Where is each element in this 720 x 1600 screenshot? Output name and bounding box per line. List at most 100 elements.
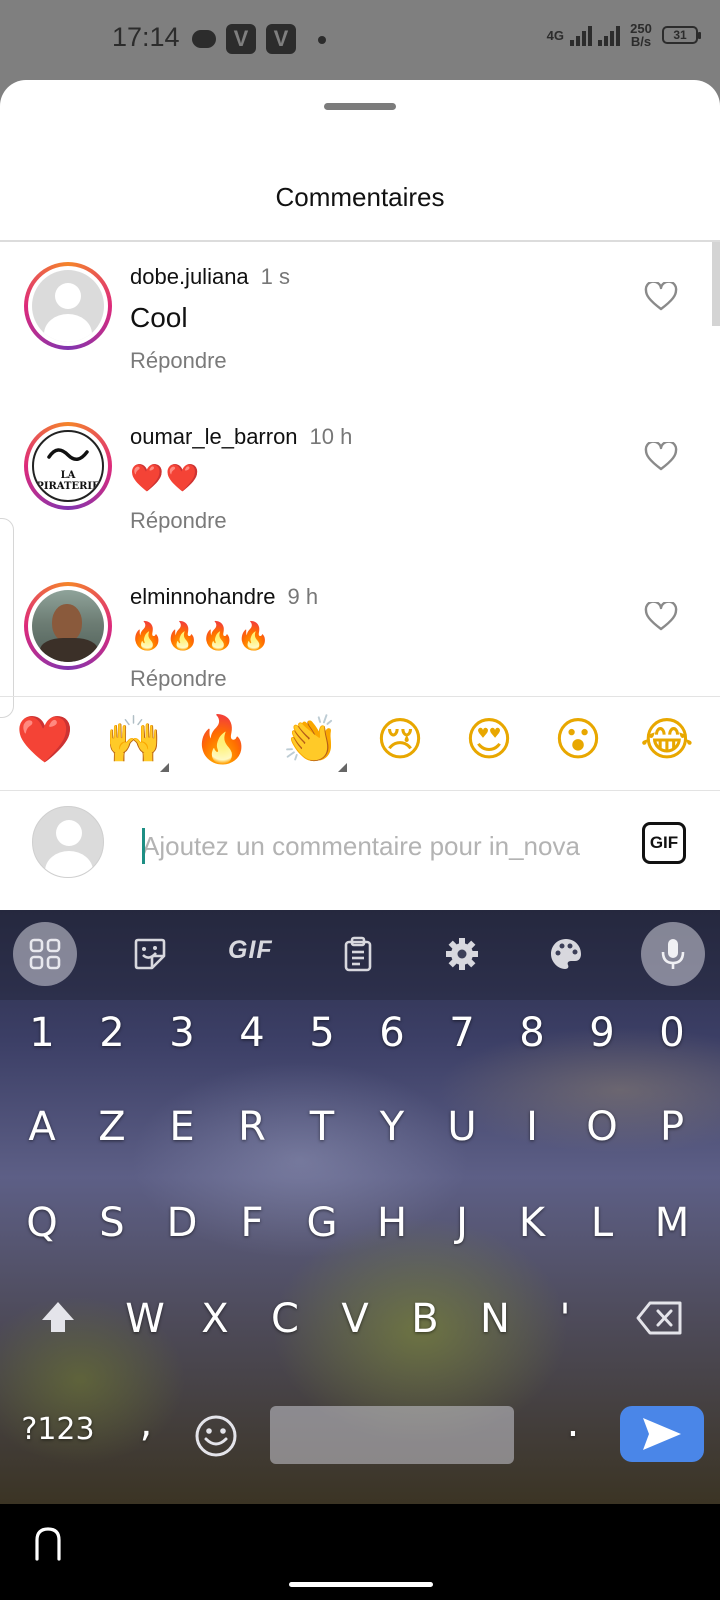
key[interactable]: 0 [640,1010,704,1056]
key[interactable]: Y [360,1104,424,1150]
key[interactable]: H [360,1200,424,1246]
la-piraterie-logo: LA PIRATERIE [32,430,104,502]
comment-item: elminnohandre 9 h 🔥🔥🔥🔥 Répondre [0,576,700,716]
text-caret [142,828,145,864]
key[interactable]: 5 [290,1010,354,1056]
keyboard-hide-icon[interactable] [32,1526,64,1562]
drag-handle[interactable] [324,103,396,110]
reaction-laughing[interactable]: 😂 [635,707,699,771]
comment-username[interactable]: oumar_le_barron [130,424,298,449]
home-indicator[interactable] [289,1582,433,1587]
key[interactable]: K [500,1200,564,1246]
comment-item: LA PIRATERIE oumar_le_barron 10 h ❤️❤️ Ré… [0,416,700,556]
key[interactable]: ' [533,1296,597,1342]
key[interactable]: Q [10,1200,74,1246]
heart-icon[interactable] [644,442,678,472]
reaction-astonished[interactable]: 😮 [546,707,610,771]
key[interactable]: Z [80,1104,144,1150]
symbols-key[interactable]: ?123 [20,1412,96,1447]
notification-dot-icon [318,36,326,44]
key[interactable]: 4 [220,1010,284,1056]
comment-text: Cool [130,302,188,333]
key[interactable]: C [253,1296,317,1342]
backspace-icon[interactable] [636,1300,684,1336]
clipboard-button[interactable] [326,922,390,986]
shift-icon[interactable] [38,1298,78,1338]
key[interactable]: T [290,1104,354,1150]
key[interactable]: N [463,1296,527,1342]
key[interactable]: D [150,1200,214,1246]
reply-button[interactable]: Répondre [130,348,227,374]
key[interactable]: W [113,1296,177,1342]
space-key[interactable] [270,1406,514,1464]
settings-icon [446,938,478,970]
reaction-crying[interactable]: 😢 [368,707,432,771]
apps-grid-button[interactable] [13,922,77,986]
emoji-icon[interactable] [194,1414,238,1458]
key[interactable]: 1 [10,1010,74,1056]
reaction-fire[interactable]: 🔥 [190,707,254,771]
reply-button[interactable]: Répondre [130,508,227,534]
heart-icon[interactable] [644,282,678,312]
key[interactable]: U [430,1104,494,1150]
network-speed: 250 B/s [626,22,656,48]
key[interactable]: 9 [570,1010,634,1056]
sticker-button[interactable] [118,922,182,986]
settings-button[interactable] [430,922,494,986]
key[interactable]: J [430,1200,494,1246]
key[interactable]: 3 [150,1010,214,1056]
avatar[interactable]: LA PIRATERIE [24,422,112,510]
heart-icon[interactable] [644,602,678,632]
key[interactable]: 7 [430,1010,494,1056]
comment-username[interactable]: elminnohandre [130,584,276,609]
reaction-heart[interactable]: ❤️ [13,707,77,771]
gif-keyboard-button[interactable]: GIF [228,936,273,965]
key[interactable]: 2 [80,1010,144,1056]
comment-input[interactable] [142,826,612,866]
key[interactable]: B [393,1296,457,1342]
variants-indicator-icon [338,763,347,772]
key[interactable]: F [220,1200,284,1246]
comment-header: oumar_le_barron 10 h [130,424,352,450]
comma-key[interactable]: , [114,1400,178,1446]
key[interactable]: A [10,1104,74,1150]
key[interactable]: P [640,1104,704,1150]
default-avatar-icon [32,270,104,342]
key[interactable]: S [80,1200,144,1246]
gif-button[interactable]: GIF [642,822,686,864]
key[interactable]: E [150,1104,214,1150]
key[interactable]: I [500,1104,564,1150]
user-avatar [32,806,104,878]
key[interactable]: V [323,1296,387,1342]
microphone-icon [661,939,685,969]
reply-button[interactable]: Répondre [130,666,227,692]
key[interactable]: X [183,1296,247,1342]
key[interactable]: M [640,1200,704,1246]
key[interactable]: O [570,1104,634,1150]
voice-input-button[interactable] [641,922,705,986]
key[interactable]: R [220,1104,284,1150]
send-button[interactable] [620,1406,704,1462]
reaction-heart-eyes[interactable]: 😍 [457,707,521,771]
status-right: 4G 250 B/s 31 [546,22,701,48]
key[interactable]: 6 [360,1010,424,1056]
send-icon [643,1418,681,1450]
reaction-clapping[interactable]: 👏 [279,707,343,771]
mustache-icon [47,448,89,461]
avatar[interactable] [24,262,112,350]
key[interactable]: 8 [500,1010,564,1056]
key[interactable]: L [570,1200,634,1246]
status-bar: 17:14 V V 4G 250 B/s 31 [0,0,720,80]
key[interactable]: G [290,1200,354,1246]
page-title: Commentaires [275,182,445,212]
reaction-raised-hands[interactable]: 🙌 [102,707,166,771]
profile-photo [32,590,104,662]
network-type: 4G [546,27,564,43]
scrollbar[interactable] [712,242,720,326]
comment-username[interactable]: dobe.juliana [130,264,249,289]
signal-icon [598,24,620,46]
avatar[interactable] [24,582,112,670]
theme-button[interactable] [534,922,598,986]
period-key[interactable]: . [541,1400,605,1446]
clipboard-icon [344,936,372,972]
